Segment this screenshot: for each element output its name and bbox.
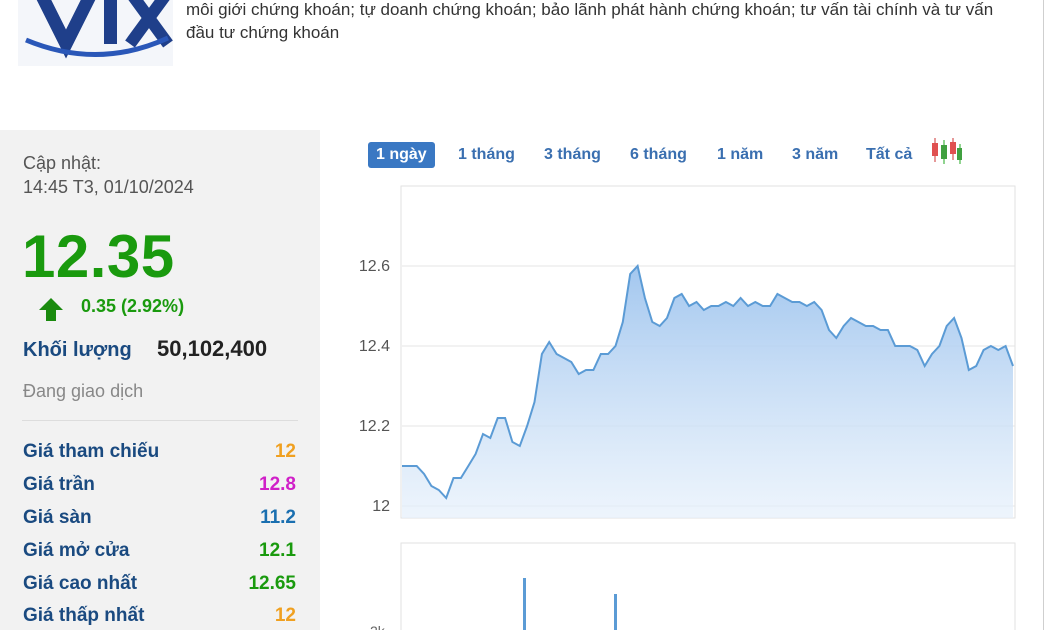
volume-axis-label: 2k — [370, 623, 386, 630]
price-chart[interactable]: 12.6 12.4 12.2 12 2k — [0, 0, 1050, 630]
y-tick-label: 12.4 — [359, 338, 390, 355]
volume-frame — [400, 542, 1016, 630]
y-tick-label: 12.2 — [359, 418, 390, 435]
y-tick-label: 12.6 — [359, 258, 390, 275]
volume-bar — [523, 578, 526, 630]
price-area — [402, 266, 1013, 518]
volume-bar — [614, 594, 617, 630]
y-tick-label: 12 — [372, 498, 390, 515]
